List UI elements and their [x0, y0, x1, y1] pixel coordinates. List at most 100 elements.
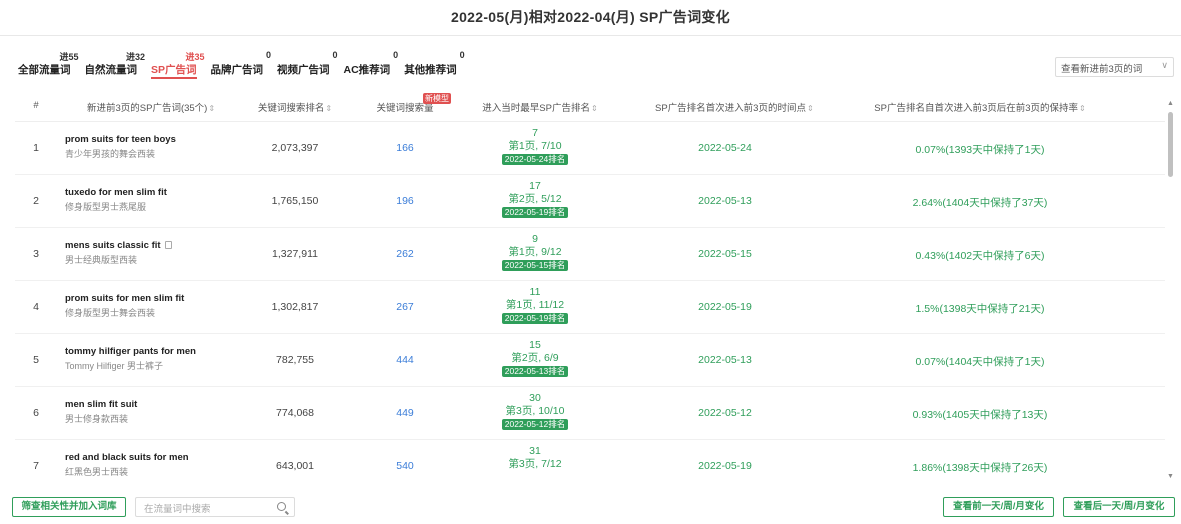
header-first-date-label: SP广告排名首次进入前3页的时间点 — [655, 103, 806, 114]
keyword-cn: 修身版型男士燕尾服 — [65, 202, 147, 212]
first-date: 2022-05-13 — [698, 195, 752, 207]
keep-rate: 0.07%(1393天中保持了1天) — [915, 144, 1045, 156]
tab-label: 自然流量词 — [84, 64, 138, 76]
header-keyword[interactable]: 新进前3页的SP广告词(35个)⇕ — [87, 100, 215, 114]
keyword-en: mens suits classic fit — [65, 240, 172, 251]
search-volume-link[interactable]: 449 — [365, 407, 445, 419]
search-volume-link[interactable]: 196 — [365, 195, 445, 207]
search-volume-link[interactable]: 444 — [365, 354, 445, 366]
header-search-volume[interactable]: 关键词搜索量 新模型 — [365, 93, 451, 114]
row-index: 2 — [33, 195, 39, 207]
tab-organic[interactable]: 自然流量词 进32 — [84, 50, 146, 78]
tab-badge: 0 — [393, 50, 399, 60]
keyword-en: prom suits for teen boys — [65, 134, 176, 145]
sp-page: 第1页, 11/12 — [505, 299, 565, 311]
prev-period-button[interactable]: 查看前一天/周/月变化 — [943, 497, 1054, 517]
search-volume-link[interactable]: 267 — [365, 301, 445, 313]
header-sp-rank[interactable]: 进入当时最早SP广告排名⇕ — [475, 100, 605, 114]
sp-rank-cell: 15 第2页, 6/9 2022-05-13排名 — [475, 339, 595, 378]
copy-icon[interactable] — [164, 241, 172, 249]
tab-label: 其他推荐词 — [404, 64, 457, 76]
keyword-cell: mens suits classic fit 男士经典版型西装 — [65, 240, 172, 266]
keyword-cell: prom suits for teen boys 青少年男孩的舞会西装 — [65, 134, 176, 160]
tab-badge: 进35 — [185, 52, 205, 62]
header-search-rank[interactable]: 关键词搜索排名⇕ — [245, 100, 345, 114]
tab-ac-recommend[interactable]: AC推荐词 0 — [344, 50, 399, 78]
tab-all-traffic[interactable]: 全部流量词 进55 — [18, 50, 79, 78]
row-index: 1 — [33, 142, 39, 154]
scroll-down-icon[interactable]: ▼ — [1167, 473, 1174, 480]
keyword-cn: 红黑色男士西装 — [65, 467, 129, 477]
header-keep-rate[interactable]: SP广告排名自首次进入前3页后在前3页的保持率⇕ — [855, 100, 1105, 114]
keyword-cell: red and black suits for men 红黑色男士西装 — [65, 452, 189, 478]
keyword-en: tuxedo for men slim fit — [65, 187, 167, 198]
keep-rate: 0.07%(1404天中保持了1天) — [915, 356, 1045, 368]
search-rank: 1,765,150 — [271, 195, 319, 207]
keep-rate: 2.64%(1404天中保持了37天) — [912, 197, 1048, 209]
keyword-table: # 新进前3页的SP广告词(35个)⇕ 关键词搜索排名⇕ 关键词搜索量 新模型 进… — [15, 90, 1175, 482]
first-date: 2022-05-13 — [698, 354, 752, 366]
view-select[interactable]: 查看新进前3页的词 ∨ — [1055, 57, 1174, 77]
search-rank: 782,755 — [276, 354, 314, 366]
sp-date-tag: 2022-05-19排名 — [501, 313, 569, 324]
search-rank: 774,068 — [276, 407, 314, 419]
row-index: 7 — [33, 460, 39, 472]
filter-add-to-library-button[interactable]: 筛查相关性并加入词库 — [12, 497, 126, 517]
sp-page: 第3页, 7/12 — [508, 458, 562, 470]
keyword-cn: 男士经典版型西装 — [65, 255, 138, 265]
sp-rank-cell: 11 第1页, 11/12 2022-05-19排名 — [475, 286, 595, 325]
keyword-cn: 修身版型男士舞会西装 — [65, 308, 156, 318]
first-date: 2022-05-12 — [698, 407, 752, 419]
sp-position: 15 — [529, 339, 541, 351]
search-volume-link[interactable]: 540 — [365, 460, 445, 472]
keyword-en: red and black suits for men — [65, 452, 189, 463]
header-search-rank-label: 关键词搜索排名 — [257, 103, 325, 114]
sp-position: 17 — [529, 180, 541, 192]
tab-label: 全部流量词 — [18, 64, 71, 76]
search-volume-link[interactable]: 166 — [365, 142, 445, 154]
sp-date-tag: 2022-05-19排名 — [501, 207, 569, 218]
keyword-cell: tuxedo for men slim fit 修身版型男士燕尾服 — [65, 187, 167, 213]
new-model-badge: 新模型 — [423, 93, 451, 104]
table-scrollbar[interactable]: ▲ ▼ — [1167, 100, 1175, 480]
scroll-up-icon[interactable]: ▲ — [1167, 100, 1174, 107]
next-period-button[interactable]: 查看后一天/周/月变化 — [1063, 497, 1175, 517]
keyword-cell: prom suits for men slim fit 修身版型男士舞会西装 — [65, 293, 184, 319]
table-row: 7 red and black suits for men 红黑色男士西装 64… — [15, 440, 1165, 482]
sp-rank-cell: 31 第3页, 7/12 — [475, 445, 595, 471]
sort-icon: ⇕ — [208, 104, 216, 113]
search-volume-link[interactable]: 262 — [365, 248, 445, 260]
sort-icon: ⇕ — [325, 104, 333, 113]
search-rank: 643,001 — [276, 460, 314, 472]
tab-brand-ads[interactable]: 品牌广告词 0 — [211, 50, 272, 78]
keyword-en: prom suits for men slim fit — [65, 293, 185, 304]
search-icon[interactable] — [277, 502, 286, 511]
keep-rate: 1.86%(1398天中保持了26天) — [912, 462, 1048, 474]
keyword-en: men slim fit suit — [65, 399, 138, 410]
sort-icon: ⇕ — [590, 104, 598, 113]
keyword-en-text: mens suits classic fit — [65, 240, 161, 251]
row-index: 6 — [33, 407, 39, 419]
tab-badge: 0 — [332, 50, 338, 60]
sp-page: 第3页, 10/10 — [505, 405, 565, 417]
table-row: 4 prom suits for men slim fit 修身版型男士舞会西装… — [15, 281, 1165, 334]
first-date: 2022-05-19 — [698, 460, 752, 472]
view-select-value: 查看新进前3页的词 — [1061, 64, 1143, 75]
keyword-cn: Tommy Hilfiger 男士裤子 — [65, 361, 164, 371]
tab-other-recommend[interactable]: 其他推荐词 0 — [404, 50, 465, 78]
sp-rank-cell: 7 第1页, 7/10 2022-05-24排名 — [475, 127, 595, 166]
tab-sp-ads[interactable]: SP广告词 进35 — [151, 50, 205, 79]
keyword-cell: men slim fit suit 男士修身款西装 — [65, 399, 137, 425]
tab-video-ads[interactable]: 视频广告词 0 — [277, 50, 338, 78]
scroll-thumb[interactable] — [1168, 112, 1173, 177]
sp-date-tag: 2022-05-13排名 — [501, 366, 569, 377]
header-first-date[interactable]: SP广告排名首次进入前3页的时间点⇕ — [655, 100, 814, 114]
search-input[interactable]: 在流量词中搜索 — [135, 497, 295, 517]
header-search-volume-label: 关键词搜索量 — [376, 103, 434, 114]
page-title: 2022-05(月)相对2022-04(月) SP广告词变化 — [0, 0, 1181, 36]
sp-page: 第2页, 5/12 — [508, 193, 562, 205]
tab-badge: 进55 — [59, 52, 79, 62]
keyword-type-tabs: 全部流量词 进55 自然流量词 进32 SP广告词 进35 品牌广告词 0 视频… — [18, 50, 471, 79]
table-row: 3 mens suits classic fit 男士经典版型西装 1,327,… — [15, 228, 1165, 281]
tab-badge: 进32 — [125, 52, 145, 62]
